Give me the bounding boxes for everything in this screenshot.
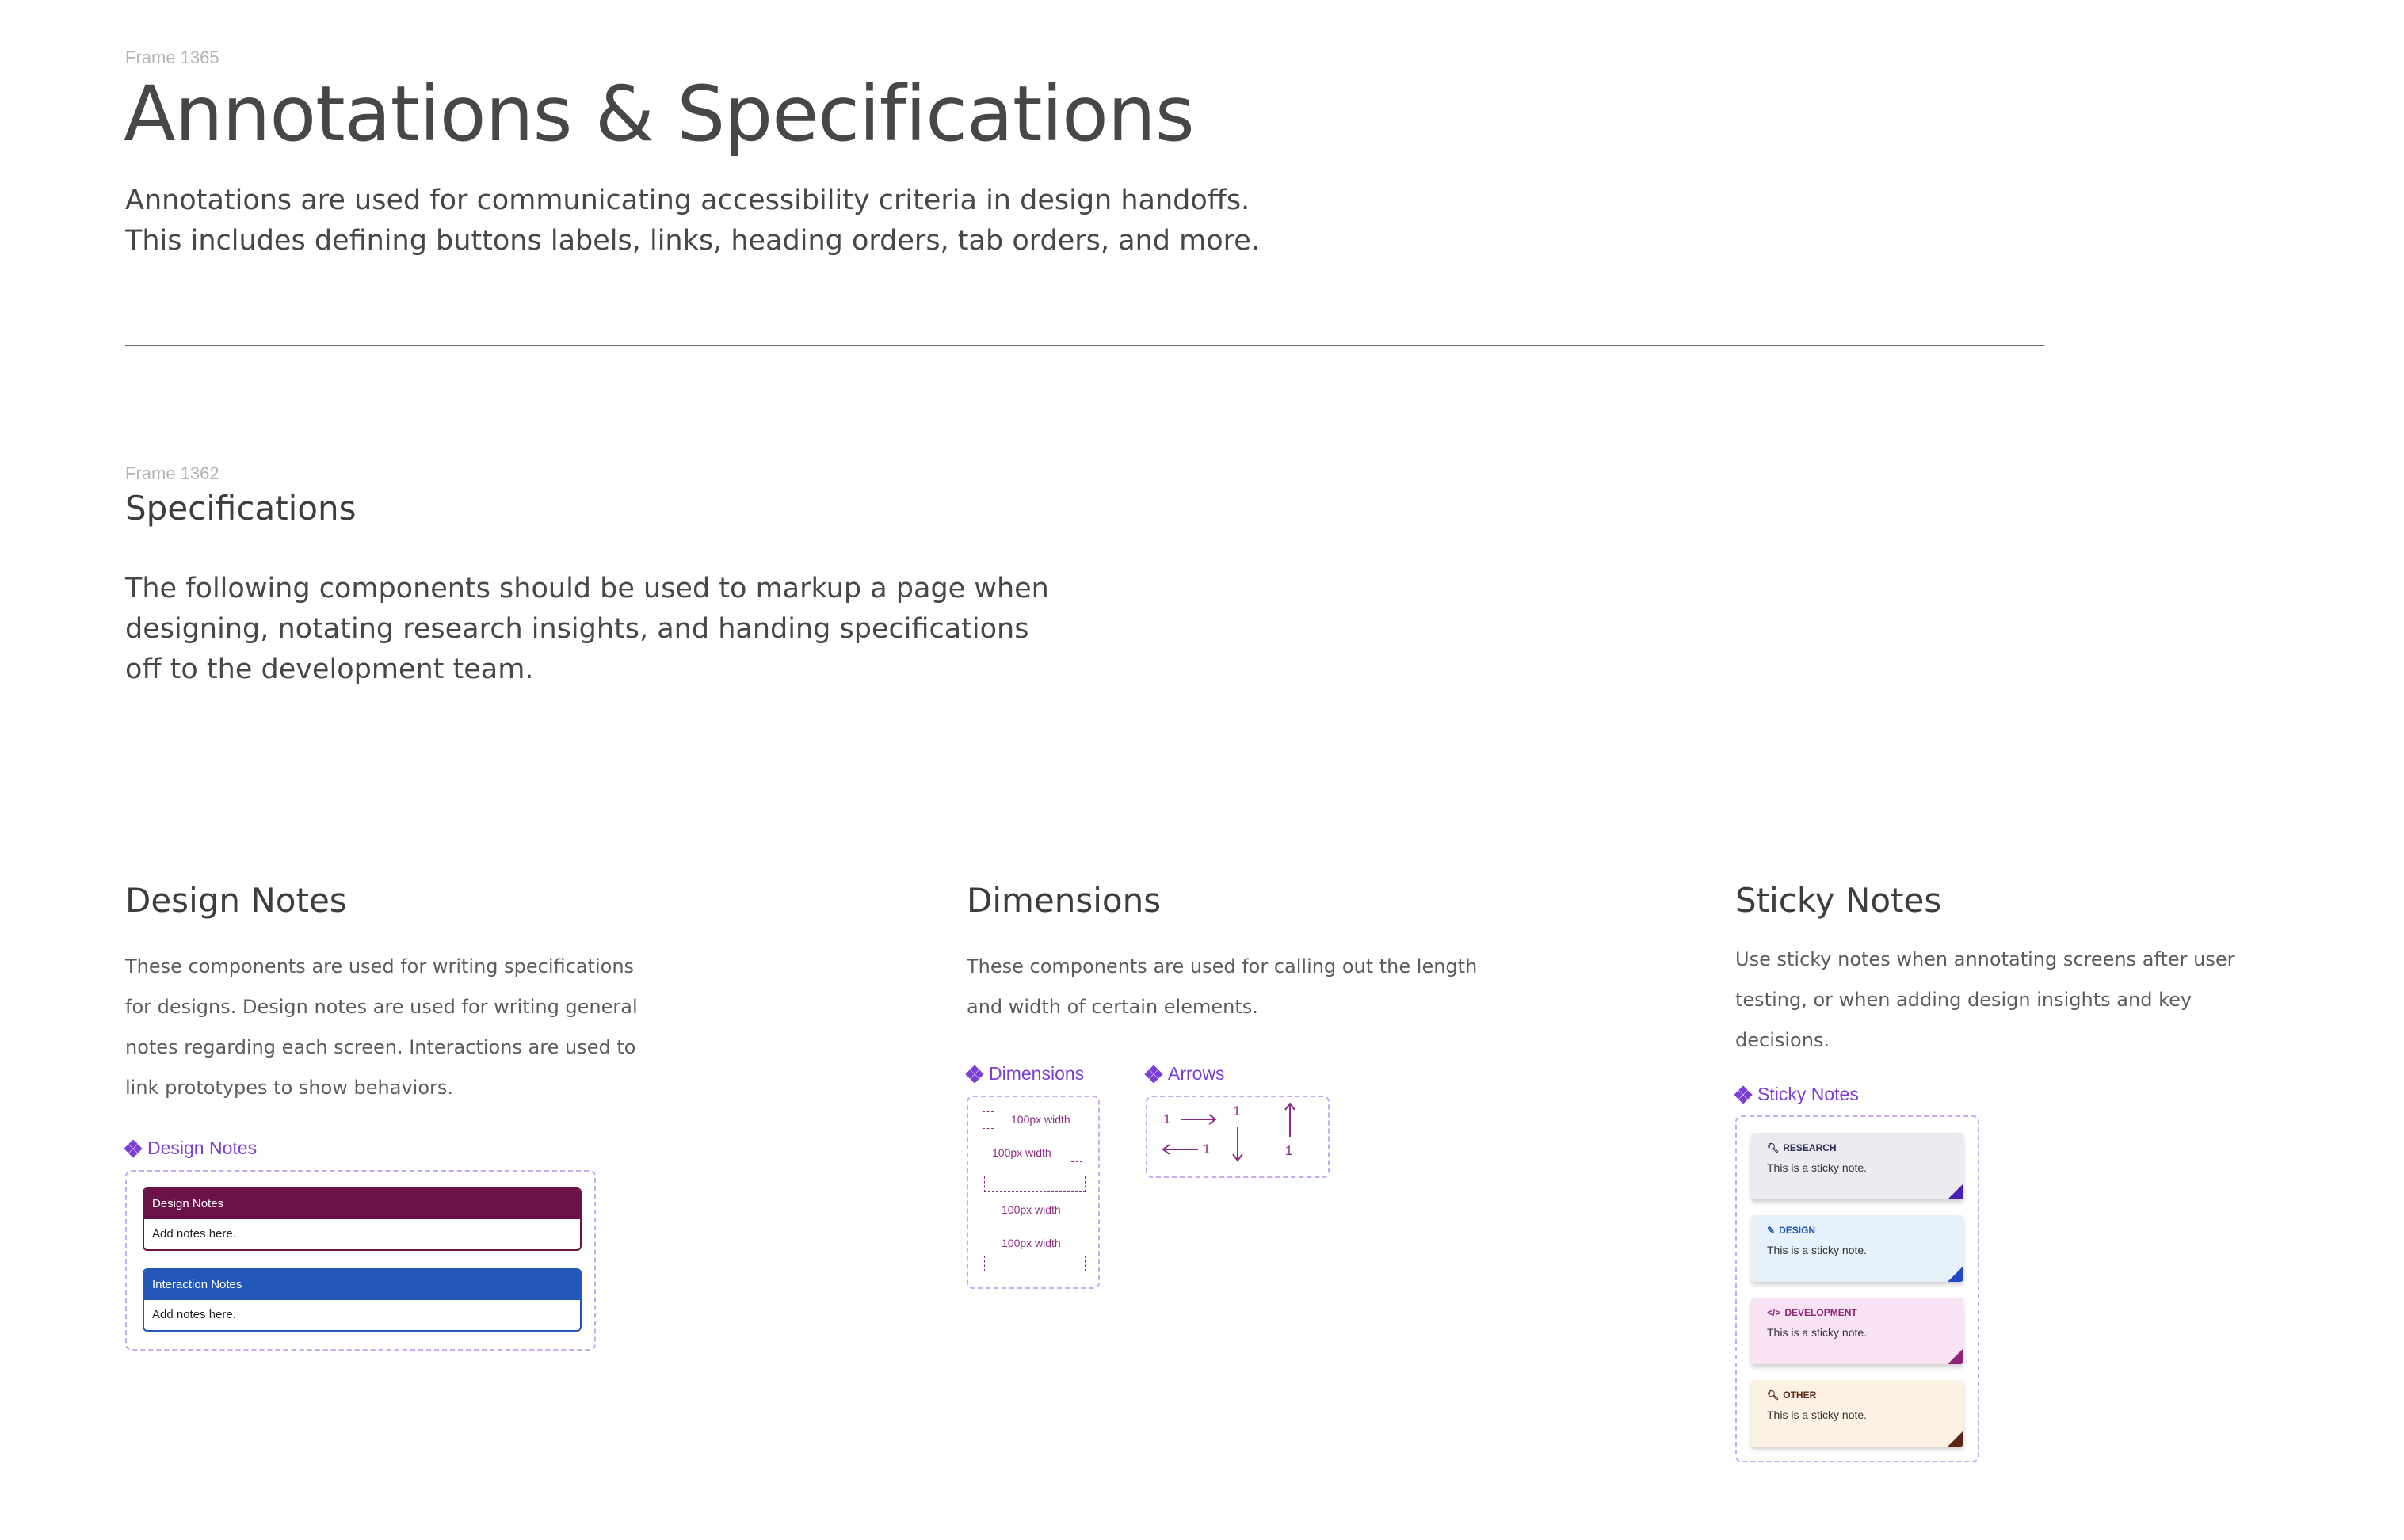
lead-line-2: This includes defining buttons labels, l… bbox=[125, 225, 1260, 257]
dimension-label: 100px width bbox=[1002, 1203, 1061, 1216]
pencil-icon: ✎ bbox=[1767, 1225, 1776, 1236]
dimensions-component-label[interactable]: Dimensions bbox=[965, 1063, 1084, 1084]
sticky-note-text: This is a sticky note. bbox=[1767, 1408, 1868, 1421]
arrow-number: 1 bbox=[1203, 1142, 1211, 1157]
arrow-number: 1 bbox=[1163, 1111, 1171, 1126]
sticky-note-text: This is a sticky note. bbox=[1767, 1326, 1868, 1339]
component-icon bbox=[124, 1138, 143, 1158]
sticky-note-text: This is a sticky note. bbox=[1767, 1244, 1868, 1256]
frame-label: Frame 1362 bbox=[125, 463, 219, 483]
arrow-number: 1 bbox=[1285, 1143, 1293, 1158]
dimensions-component[interactable]: 100px width 100px width 100px width 100p… bbox=[967, 1096, 1100, 1289]
sticky-notes-component[interactable]: 🔍︎ RESEARCH This is a sticky note. ✎ DESIG… bbox=[1735, 1115, 1979, 1462]
design-notes-desc-4: link prototypes to show behaviors. bbox=[125, 1077, 454, 1099]
search-icon: 🔍︎ bbox=[1767, 1142, 1780, 1153]
search-icon: 🔍︎ bbox=[1767, 1389, 1780, 1401]
frame-label: Frame 1365 bbox=[125, 48, 219, 67]
arrow-down-icon bbox=[1232, 1127, 1243, 1162]
sticky-fold bbox=[1948, 1184, 1963, 1199]
dimension-label: 100px width bbox=[1011, 1113, 1070, 1126]
sticky-fold bbox=[1948, 1266, 1963, 1282]
specs-line-2: designing, notating research insights, a… bbox=[125, 613, 1029, 645]
sticky-note-text: This is a sticky note. bbox=[1767, 1161, 1868, 1174]
design-notes-component-label[interactable]: Design Notes bbox=[124, 1138, 257, 1159]
arrow-number: 1 bbox=[1233, 1104, 1241, 1119]
note-body[interactable]: Add notes here. bbox=[144, 1300, 580, 1330]
dimensions-desc-2: and width of certain elements. bbox=[967, 996, 1258, 1018]
sticky-note-design[interactable]: ✎ DESIGN This is a sticky note. bbox=[1751, 1215, 1963, 1282]
sticky-note-development[interactable]: </> DEVELOPMENT This is a sticky note. bbox=[1751, 1298, 1963, 1364]
dimensions-desc-1: These components are used for calling ou… bbox=[967, 955, 1478, 978]
sticky-notes-desc-3: decisions. bbox=[1735, 1029, 1830, 1051]
dimension-label: 100px width bbox=[1002, 1237, 1061, 1249]
sticky-note-other[interactable]: 🔍︎ OTHER This is a sticky note. bbox=[1751, 1380, 1963, 1447]
design-notes-desc-1: These components are used for writing sp… bbox=[125, 955, 635, 978]
code-icon: </> bbox=[1767, 1307, 1781, 1318]
dimension-bracket bbox=[1071, 1145, 1082, 1162]
sticky-note-research[interactable]: 🔍︎ RESEARCH This is a sticky note. bbox=[1751, 1133, 1963, 1199]
component-icon bbox=[1734, 1084, 1753, 1104]
design-notes-title: Design Notes bbox=[125, 881, 347, 920]
interaction-note-card[interactable]: Interaction Notes Add notes here. bbox=[143, 1268, 582, 1332]
design-notes-component[interactable]: Design Notes Add notes here. Interaction… bbox=[125, 1170, 596, 1351]
divider bbox=[125, 345, 2044, 346]
sticky-notes-desc-2: testing, or when adding design insights … bbox=[1735, 989, 2192, 1011]
component-icon bbox=[965, 1064, 984, 1084]
sticky-notes-desc-1: Use sticky notes when annotating screens… bbox=[1735, 948, 2235, 970]
dimension-bracket bbox=[984, 1176, 1086, 1192]
sticky-notes-component-label[interactable]: Sticky Notes bbox=[1734, 1084, 1859, 1105]
arrow-left-icon bbox=[1162, 1144, 1198, 1155]
dimension-bracket bbox=[984, 1256, 1086, 1271]
design-notes-desc-2: for designs. Design notes are used for w… bbox=[125, 996, 638, 1018]
specs-line-1: The following components should be used … bbox=[125, 573, 1049, 604]
note-body[interactable]: Add notes here. bbox=[144, 1219, 580, 1249]
design-notes-desc-3: notes regarding each screen. Interaction… bbox=[125, 1036, 636, 1058]
specs-line-3: off to the development team. bbox=[125, 654, 534, 685]
sticky-fold bbox=[1948, 1348, 1963, 1364]
component-icon bbox=[1144, 1064, 1163, 1084]
lead-line-1: Annotations are used for communicating a… bbox=[125, 185, 1250, 216]
dimensions-title: Dimensions bbox=[967, 881, 1162, 920]
arrows-component-label[interactable]: Arrows bbox=[1144, 1063, 1225, 1084]
note-header: Design Notes bbox=[144, 1189, 580, 1219]
sticky-notes-title: Sticky Notes bbox=[1735, 881, 1942, 920]
arrows-component[interactable]: 1 1 1 1 bbox=[1146, 1096, 1330, 1178]
sticky-fold bbox=[1948, 1431, 1963, 1447]
dimension-bracket bbox=[983, 1111, 994, 1129]
dimension-label: 100px width bbox=[992, 1146, 1051, 1159]
design-note-card[interactable]: Design Notes Add notes here. bbox=[143, 1187, 582, 1251]
page-title: Annotations & Specifications bbox=[124, 70, 1195, 158]
section-title: Specifications bbox=[125, 489, 357, 528]
arrow-up-icon bbox=[1284, 1102, 1295, 1137]
note-header: Interaction Notes bbox=[144, 1270, 580, 1300]
arrow-right-icon bbox=[1181, 1114, 1217, 1125]
